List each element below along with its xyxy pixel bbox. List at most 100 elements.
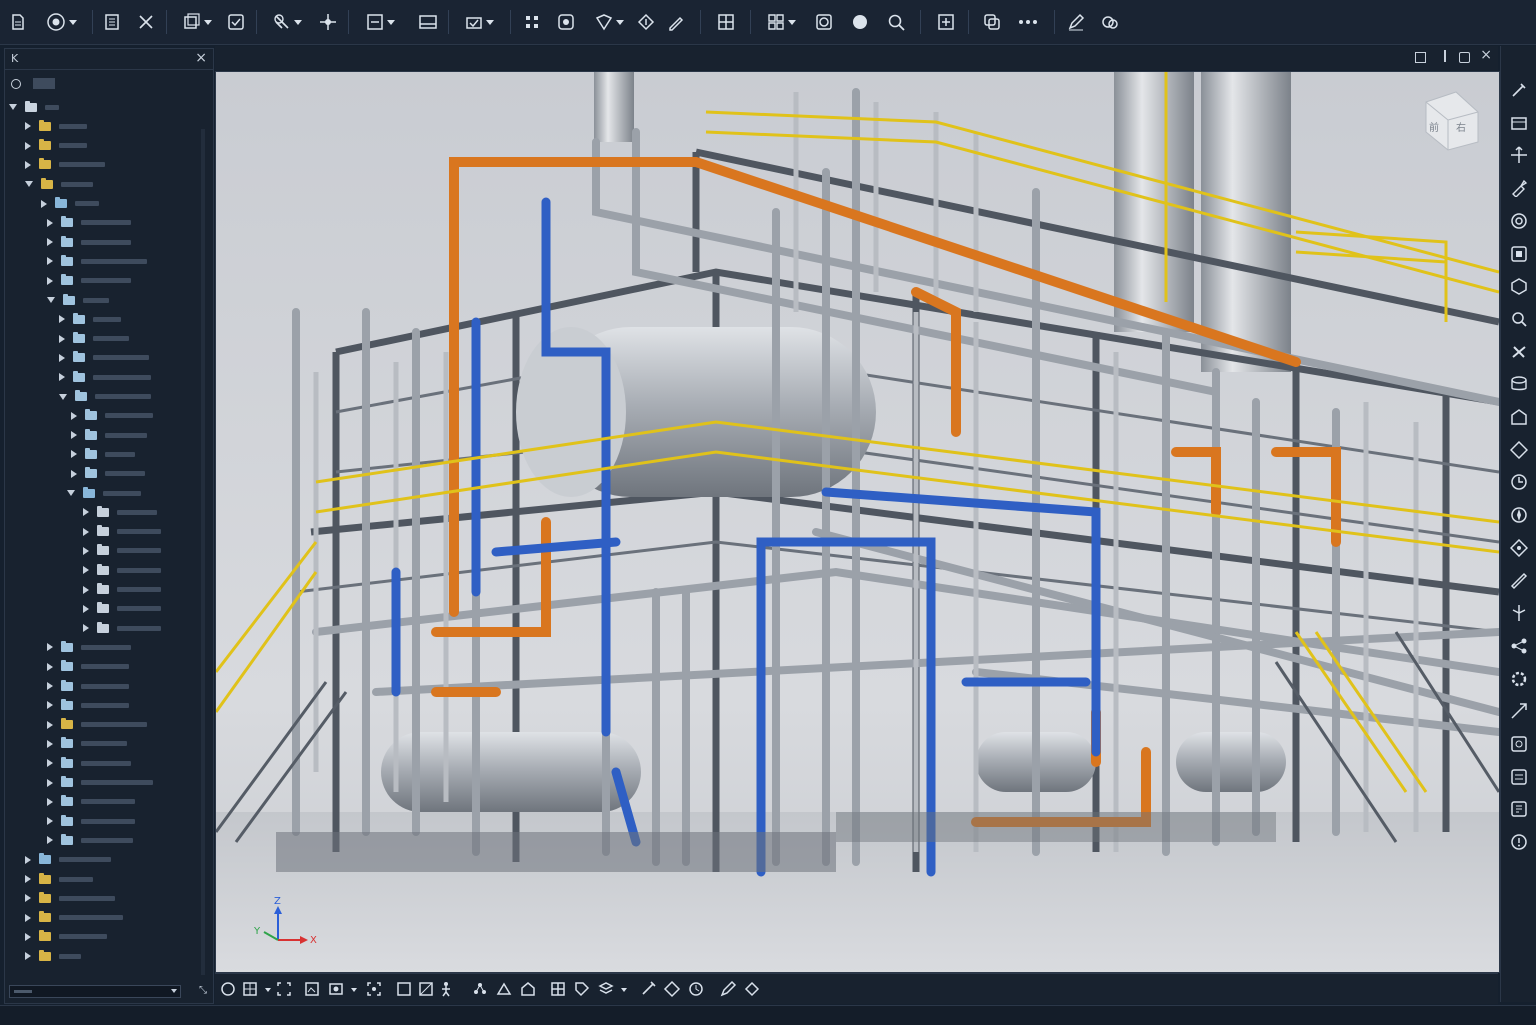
collapsed-arrow-icon[interactable] [25,932,31,941]
collapsed-arrow-icon[interactable] [25,952,31,961]
check-icon[interactable] [460,8,500,36]
tree-item[interactable] [25,176,93,192]
view-cube[interactable]: 前 右 [1425,91,1479,151]
tree-item[interactable] [25,852,111,868]
tree-item[interactable] [25,157,105,173]
chevron-down-icon[interactable] [615,980,633,998]
tree-item[interactable] [47,253,147,269]
more-icon[interactable] [1016,8,1040,36]
viewcube-left-face[interactable]: 前 [1429,121,1439,134]
collapsed-arrow-icon[interactable] [47,797,53,806]
pin-tool-icon[interactable] [639,980,657,998]
edit-icon[interactable] [1066,8,1086,36]
collapsed-arrow-icon[interactable] [71,411,77,420]
tree-item[interactable] [25,118,87,134]
compass-icon[interactable] [1509,505,1529,525]
nodes-icon[interactable] [1509,636,1529,656]
database-icon[interactable] [1509,374,1529,394]
pin-tool-icon[interactable] [1509,80,1529,100]
tree-item[interactable] [47,736,127,752]
clip-icon[interactable] [360,8,402,36]
collapsed-arrow-icon[interactable] [47,682,53,690]
chevron-down-icon[interactable] [345,980,363,998]
tree-item[interactable] [47,697,129,713]
multi-view-icon[interactable] [762,8,802,36]
filter-dropdown[interactable] [9,985,181,998]
component-icon[interactable] [1509,276,1529,296]
expanded-arrow-icon[interactable] [67,490,75,496]
collapsed-arrow-icon[interactable] [47,643,53,652]
tree-item[interactable] [83,524,161,540]
expanded-arrow-icon[interactable] [59,393,67,400]
collapsed-arrow-icon[interactable] [47,720,53,729]
settings-icon[interactable] [1509,669,1529,689]
collapsed-arrow-icon[interactable] [47,662,53,671]
duplicate-icon[interactable] [982,8,1002,36]
tree-item[interactable] [83,620,161,636]
clip-plane-icon[interactable] [417,980,435,998]
zoom-icon[interactable] [886,8,906,36]
chevron-down-icon[interactable] [68,8,78,36]
window-icon[interactable] [716,8,736,36]
collapsed-arrow-icon[interactable] [47,759,53,768]
pin-icon[interactable] [1444,50,1446,62]
search-icon[interactable] [11,79,21,89]
tree-item[interactable] [59,369,151,385]
tree-item[interactable] [25,890,115,906]
tree-item[interactable] [59,331,129,347]
tag-icon[interactable] [573,980,591,998]
plant-model-render[interactable]: 前 右 Z X Y [216,72,1499,972]
collapsed-arrow-icon[interactable] [47,276,53,285]
pen-icon[interactable] [719,980,737,998]
collapsed-arrow-icon[interactable] [59,373,65,382]
collapsed-arrow-icon[interactable] [47,739,53,748]
collapsed-arrow-icon[interactable] [25,141,31,150]
tree-item[interactable] [83,601,161,617]
3d-viewport[interactable]: 前 右 Z X Y [215,71,1500,973]
collapsed-arrow-icon[interactable] [25,875,31,883]
target-icon[interactable] [1509,211,1529,231]
info-icon[interactable] [1509,832,1529,852]
section-icon[interactable] [556,8,576,36]
tree-item[interactable] [83,543,161,559]
collapsed-arrow-icon[interactable] [25,913,31,922]
collapsed-arrow-icon[interactable] [25,855,31,864]
tree-item[interactable] [83,562,161,578]
collapsed-arrow-icon[interactable] [47,817,53,826]
move-icon[interactable] [1509,145,1529,165]
library-icon[interactable] [1509,244,1529,264]
expanded-arrow-icon[interactable] [9,104,17,110]
collapsed-arrow-icon[interactable] [59,353,65,362]
home-icon[interactable] [519,980,537,998]
cut-icon[interactable] [136,8,156,36]
collapsed-arrow-icon[interactable] [47,238,53,247]
shape-icon[interactable] [1509,538,1529,558]
frame-icon[interactable] [275,980,293,998]
split-icon[interactable] [1509,603,1529,623]
tree-item[interactable] [71,427,147,443]
tree-item[interactable] [47,273,131,289]
export-icon[interactable] [1509,799,1529,819]
shade-icon[interactable] [850,8,870,36]
tree-item[interactable] [47,215,131,231]
restore-icon[interactable] [1415,52,1426,63]
collapsed-arrow-icon[interactable] [59,334,65,343]
expanded-arrow-icon[interactable] [25,181,33,188]
collapsed-arrow-icon[interactable] [59,315,65,324]
tree-item[interactable] [47,717,147,733]
collapsed-arrow-icon[interactable] [41,199,47,208]
tree-item[interactable] [47,659,129,675]
ruler-icon[interactable] [1509,571,1529,591]
tree-item[interactable] [71,446,135,462]
report-icon[interactable] [1509,767,1529,787]
tree-item[interactable] [25,871,93,887]
marker-icon[interactable] [590,8,630,36]
layers-icon[interactable] [597,980,615,998]
collapsed-arrow-icon[interactable] [25,160,31,169]
collapsed-arrow-icon[interactable] [83,604,89,613]
layout-icon[interactable] [241,980,259,998]
refresh-icon[interactable] [226,8,246,36]
tree-item[interactable] [25,929,107,945]
document-icon[interactable] [102,8,122,36]
expand-icon[interactable]: ⤡ [199,985,209,996]
